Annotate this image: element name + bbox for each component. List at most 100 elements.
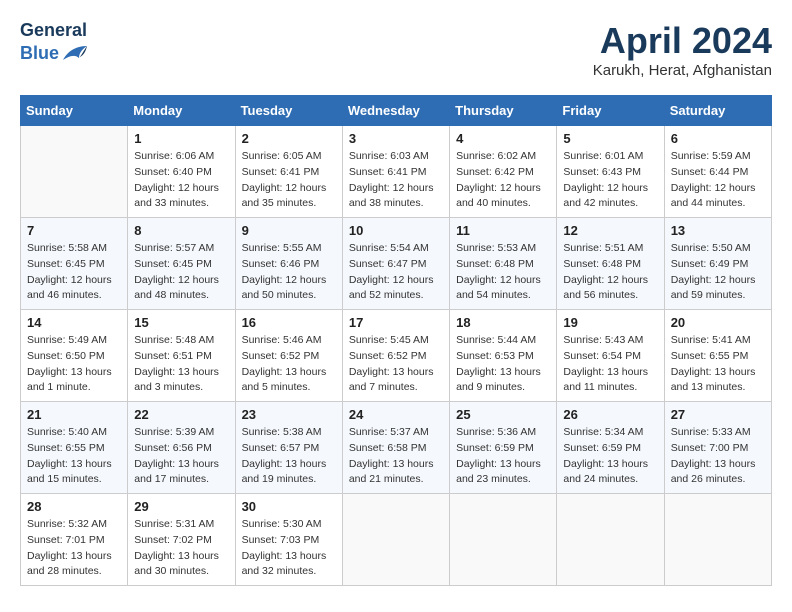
day-number: 22 xyxy=(134,407,228,422)
title-block: April 2024 Karukh, Herat, Afghanistan xyxy=(593,20,772,79)
calendar-cell: 28Sunrise: 5:32 AM Sunset: 7:01 PM Dayli… xyxy=(21,494,128,586)
day-number: 27 xyxy=(671,407,765,422)
weekday-header: Friday xyxy=(557,96,664,126)
weekday-header: Saturday xyxy=(664,96,771,126)
day-info: Sunrise: 5:51 AM Sunset: 6:48 PM Dayligh… xyxy=(563,241,657,304)
calendar-cell: 1 Sunrise: 6:06 AM Sunset: 6:40 PM Daylig… xyxy=(128,126,235,218)
day-info: Sunrise: 5:30 AM Sunset: 7:03 PM Dayligh… xyxy=(242,517,336,580)
calendar-cell: 9Sunrise: 5:55 AM Sunset: 6:46 PM Daylig… xyxy=(235,218,342,310)
day-info: Sunrise: 5:59 AM Sunset: 6:44 PM Dayligh… xyxy=(671,149,765,212)
day-info: Sunrise: 5:58 AM Sunset: 6:45 PM Dayligh… xyxy=(27,241,121,304)
calendar-cell: 23 Sunrise: 5:38 AM Sunset: 6:57 PM Dayli… xyxy=(235,402,342,494)
calendar-cell: 14 Sunrise: 5:49 AM Sunset: 6:50 PM Dayli… xyxy=(21,310,128,402)
calendar-cell: 3 Sunrise: 6:03 AM Sunset: 6:41 PM Daylig… xyxy=(342,126,449,218)
calendar-cell: 17 Sunrise: 5:45 AM Sunset: 6:52 PM Dayli… xyxy=(342,310,449,402)
day-number: 29 xyxy=(134,499,228,514)
page-header: General Blue April 2024 Karukh, Herat, A… xyxy=(20,20,772,79)
logo-text-line1: General xyxy=(20,20,89,42)
day-number: 24 xyxy=(349,407,443,422)
day-number: 17 xyxy=(349,315,443,330)
day-number: 20 xyxy=(671,315,765,330)
calendar-cell: 5 Sunrise: 6:01 AM Sunset: 6:43 PM Daylig… xyxy=(557,126,664,218)
calendar-cell: 16 Sunrise: 5:46 AM Sunset: 6:52 PM Dayli… xyxy=(235,310,342,402)
weekday-header: Tuesday xyxy=(235,96,342,126)
calendar-cell: 12Sunrise: 5:51 AM Sunset: 6:48 PM Dayli… xyxy=(557,218,664,310)
weekday-header: Monday xyxy=(128,96,235,126)
day-number: 10 xyxy=(349,223,443,238)
day-number: 2 xyxy=(242,131,336,146)
logo: General Blue xyxy=(20,20,89,66)
calendar-cell xyxy=(664,494,771,586)
logo-text-line2: Blue xyxy=(20,43,59,65)
day-number: 25 xyxy=(456,407,550,422)
day-info: Sunrise: 5:53 AM Sunset: 6:48 PM Dayligh… xyxy=(456,241,550,304)
calendar-cell: 22 Sunrise: 5:39 AM Sunset: 6:56 PM Dayli… xyxy=(128,402,235,494)
calendar-cell: 27 Sunrise: 5:33 AM Sunset: 7:00 PM Dayli… xyxy=(664,402,771,494)
day-info: Sunrise: 6:01 AM Sunset: 6:43 PM Dayligh… xyxy=(563,149,657,212)
day-info: Sunrise: 5:38 AM Sunset: 6:57 PM Dayligh… xyxy=(242,425,336,488)
day-number: 26 xyxy=(563,407,657,422)
day-number: 30 xyxy=(242,499,336,514)
calendar-cell: 20 Sunrise: 5:41 AM Sunset: 6:55 PM Dayli… xyxy=(664,310,771,402)
day-info: Sunrise: 5:40 AM Sunset: 6:55 PM Dayligh… xyxy=(27,425,121,488)
day-info: Sunrise: 5:41 AM Sunset: 6:55 PM Dayligh… xyxy=(671,333,765,396)
calendar-cell: 7 Sunrise: 5:58 AM Sunset: 6:45 PM Daylig… xyxy=(21,218,128,310)
day-info: Sunrise: 5:39 AM Sunset: 6:56 PM Dayligh… xyxy=(134,425,228,488)
day-info: Sunrise: 5:44 AM Sunset: 6:53 PM Dayligh… xyxy=(456,333,550,396)
calendar-cell: 4 Sunrise: 6:02 AM Sunset: 6:42 PM Daylig… xyxy=(450,126,557,218)
calendar-cell: 25 Sunrise: 5:36 AM Sunset: 6:59 PM Dayli… xyxy=(450,402,557,494)
calendar-cell xyxy=(450,494,557,586)
calendar-cell: 21 Sunrise: 5:40 AM Sunset: 6:55 PM Dayli… xyxy=(21,402,128,494)
calendar-cell: 24 Sunrise: 5:37 AM Sunset: 6:58 PM Dayli… xyxy=(342,402,449,494)
day-number: 14 xyxy=(27,315,121,330)
calendar-cell: 13 Sunrise: 5:50 AM Sunset: 6:49 PM Dayli… xyxy=(664,218,771,310)
weekday-header: Wednesday xyxy=(342,96,449,126)
day-info: Sunrise: 5:54 AM Sunset: 6:47 PM Dayligh… xyxy=(349,241,443,304)
calendar-cell: 18 Sunrise: 5:44 AM Sunset: 6:53 PM Dayli… xyxy=(450,310,557,402)
day-info: Sunrise: 5:45 AM Sunset: 6:52 PM Dayligh… xyxy=(349,333,443,396)
calendar-cell: 29 Sunrise: 5:31 AM Sunset: 7:02 PM Dayli… xyxy=(128,494,235,586)
day-info: Sunrise: 5:48 AM Sunset: 6:51 PM Dayligh… xyxy=(134,333,228,396)
day-info: Sunrise: 5:31 AM Sunset: 7:02 PM Dayligh… xyxy=(134,517,228,580)
day-info: Sunrise: 6:03 AM Sunset: 6:41 PM Dayligh… xyxy=(349,149,443,212)
day-number: 13 xyxy=(671,223,765,238)
day-info: Sunrise: 5:34 AM Sunset: 6:59 PM Dayligh… xyxy=(563,425,657,488)
day-number: 18 xyxy=(456,315,550,330)
day-info: Sunrise: 5:37 AM Sunset: 6:58 PM Dayligh… xyxy=(349,425,443,488)
day-info: Sunrise: 5:43 AM Sunset: 6:54 PM Dayligh… xyxy=(563,333,657,396)
day-number: 1 xyxy=(134,131,228,146)
calendar-cell: 19Sunrise: 5:43 AM Sunset: 6:54 PM Dayli… xyxy=(557,310,664,402)
calendar-cell: 11 Sunrise: 5:53 AM Sunset: 6:48 PM Dayli… xyxy=(450,218,557,310)
day-number: 23 xyxy=(242,407,336,422)
day-info: Sunrise: 5:32 AM Sunset: 7:01 PM Dayligh… xyxy=(27,517,121,580)
day-info: Sunrise: 5:49 AM Sunset: 6:50 PM Dayligh… xyxy=(27,333,121,396)
day-number: 16 xyxy=(242,315,336,330)
day-number: 15 xyxy=(134,315,228,330)
day-info: Sunrise: 5:36 AM Sunset: 6:59 PM Dayligh… xyxy=(456,425,550,488)
day-info: Sunrise: 6:02 AM Sunset: 6:42 PM Dayligh… xyxy=(456,149,550,212)
day-info: Sunrise: 5:33 AM Sunset: 7:00 PM Dayligh… xyxy=(671,425,765,488)
calendar-cell: 30 Sunrise: 5:30 AM Sunset: 7:03 PM Dayli… xyxy=(235,494,342,586)
logo-bird-icon xyxy=(61,42,89,66)
day-number: 11 xyxy=(456,223,550,238)
day-number: 8 xyxy=(134,223,228,238)
weekday-header: Sunday xyxy=(21,96,128,126)
day-info: Sunrise: 6:06 AM Sunset: 6:40 PM Dayligh… xyxy=(134,149,228,212)
day-number: 7 xyxy=(27,223,121,238)
calendar-cell xyxy=(557,494,664,586)
calendar-cell: 10 Sunrise: 5:54 AM Sunset: 6:47 PM Dayli… xyxy=(342,218,449,310)
calendar-table: SundayMondayTuesdayWednesdayThursdayFrid… xyxy=(20,95,772,586)
calendar-header: SundayMondayTuesdayWednesdayThursdayFrid… xyxy=(21,96,772,126)
day-number: 21 xyxy=(27,407,121,422)
day-number: 3 xyxy=(349,131,443,146)
day-number: 6 xyxy=(671,131,765,146)
month-title: April 2024 xyxy=(593,20,772,62)
calendar-cell: 15 Sunrise: 5:48 AM Sunset: 6:51 PM Dayli… xyxy=(128,310,235,402)
day-info: Sunrise: 5:46 AM Sunset: 6:52 PM Dayligh… xyxy=(242,333,336,396)
day-number: 5 xyxy=(563,131,657,146)
calendar-cell xyxy=(342,494,449,586)
day-number: 4 xyxy=(456,131,550,146)
calendar-cell: 2 Sunrise: 6:05 AM Sunset: 6:41 PM Daylig… xyxy=(235,126,342,218)
day-info: Sunrise: 5:50 AM Sunset: 6:49 PM Dayligh… xyxy=(671,241,765,304)
day-info: Sunrise: 6:05 AM Sunset: 6:41 PM Dayligh… xyxy=(242,149,336,212)
